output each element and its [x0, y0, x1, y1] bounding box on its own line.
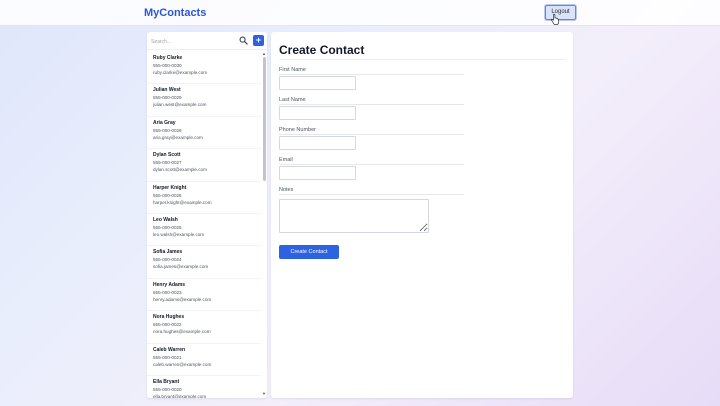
contact-list-item[interactable]: Henry Adams 555-000-0023 henry.adams@examp… [147, 279, 261, 312]
contact-name: Henry Adams [153, 281, 186, 288]
add-contact-button[interactable]: + [253, 35, 264, 46]
contact-list-scrollbar[interactable]: ▲ ▼ [262, 52, 266, 398]
contacts-sidebar: + Ruby Clarke 555-000-0030 ruby.clarke@exa… [147, 32, 267, 398]
contact-email: ella.bryant@example.com [153, 393, 207, 398]
plus-icon: + [255, 35, 262, 45]
contact-name: Dylan Scott [153, 152, 181, 159]
contact-name: Harper Knight [153, 184, 187, 191]
contact-name: Sofia James [153, 249, 183, 256]
contact-list-item[interactable]: Dylan Scott 555-000-0027 dylan.scott@examp… [147, 149, 261, 182]
contact-email: nora.hughes@example.com [153, 329, 211, 335]
pointer-cursor-icon [551, 14, 559, 25]
contact-email: dylan.scott@example.com [153, 167, 207, 173]
contact-name: Nora Hughes [153, 314, 185, 321]
contact-list-item[interactable]: Nora Hughes 555-000-0022 nora.hughes@examp… [147, 311, 261, 344]
contact-list-item[interactable]: Ella Bryant 555-000-0020 ella.bryant@examp… [147, 376, 261, 398]
create-contact-button[interactable]: Create Contact [279, 245, 339, 259]
scroll-up-arrow-icon[interactable]: ▲ [262, 52, 266, 56]
contact-phone: 555-000-0030 [153, 63, 182, 68]
phone-number-label: Phone Number [279, 127, 316, 133]
contact-list-item[interactable]: Caleb Warren 555-000-0021 caleb.warren@exa… [147, 344, 261, 376]
contact-name: Ruby Clarke [153, 55, 183, 61]
contact-phone: 555-000-0026 [153, 192, 182, 198]
last-name-field[interactable] [279, 106, 356, 120]
email-label: Email [279, 157, 293, 163]
last-name-divider [279, 104, 464, 105]
first-name-label: First Name [279, 67, 306, 73]
contact-name: Julian West [153, 87, 181, 94]
title-divider [279, 59, 566, 60]
page-title: Create Contact [279, 43, 365, 57]
email-divider [279, 164, 464, 165]
contact-phone: 555-000-0027 [153, 160, 182, 166]
contact-name: Caleb Warren [153, 346, 186, 353]
contact-list-item[interactable]: Harper Knight 555-000-0026 harper.knight@e… [147, 182, 261, 214]
contact-list: Ruby Clarke 555-000-0030 ruby.clarke@examp… [147, 52, 261, 398]
contact-email: leo.walsh@example.com [153, 231, 205, 237]
notes-label: Notes [279, 187, 294, 193]
contact-email: ruby.clarke@example.com [153, 70, 208, 75]
scroll-thumb[interactable] [262, 57, 266, 181]
email-field[interactable] [279, 166, 356, 180]
contact-phone: 555-000-0024 [153, 257, 182, 263]
notes-field[interactable] [279, 199, 429, 233]
contact-list-item[interactable]: Julian West 555-000-0029 julian.west@examp… [147, 84, 261, 117]
contact-list-item[interactable]: Aria Gray 555-000-0028 aria.gray@example.c… [147, 117, 261, 150]
phone-number-field[interactable] [279, 136, 356, 150]
contact-email: aria.gray@example.com [153, 134, 203, 140]
search-input[interactable] [151, 36, 237, 47]
contact-phone: 555-000-0021 [153, 354, 182, 360]
last-name-label: Last Name [279, 97, 306, 103]
contact-email: sofia.james@example.com [153, 264, 209, 270]
first-name-field[interactable] [279, 76, 356, 90]
scroll-down-arrow-icon[interactable]: ▼ [262, 392, 266, 396]
top-navbar: MyContacts Logout [0, 0, 720, 26]
app-brand[interactable]: MyContacts [144, 7, 206, 19]
logout-button[interactable]: Logout [545, 5, 576, 20]
search-icon[interactable] [239, 36, 248, 45]
contact-name: Leo Walsh [153, 216, 178, 223]
search-bar: + [147, 32, 267, 50]
create-contact-panel: Create Contact First Name Last Name Phon… [271, 32, 573, 398]
first-name-divider [279, 74, 464, 75]
contact-list-item[interactable]: Ruby Clarke 555-000-0030 ruby.clarke@examp… [147, 52, 261, 85]
contact-phone: 555-000-0025 [153, 224, 182, 230]
contact-phone: 555-000-0028 [153, 127, 182, 133]
contact-name: Aria Gray [153, 119, 176, 126]
contact-list-item[interactable]: Leo Walsh 555-000-0025 leo.walsh@example.c… [147, 214, 261, 247]
notes-divider [279, 194, 464, 195]
contact-phone: 555-000-0020 [153, 386, 182, 392]
contact-email: harper.knight@example.com [153, 199, 212, 205]
contact-phone: 555-000-0022 [153, 322, 182, 328]
contact-email: julian.west@example.com [153, 102, 207, 108]
contact-name: Ella Bryant [153, 378, 180, 385]
contact-phone: 555-000-0023 [153, 289, 182, 295]
contact-list-item[interactable]: Sofia James 555-000-0024 sofia.james@examp… [147, 246, 261, 279]
contact-phone: 555-000-0029 [153, 95, 182, 101]
contact-email: caleb.warren@example.com [153, 361, 212, 367]
contact-email: henry.adams@example.com [153, 296, 212, 302]
phone-number-divider [279, 134, 464, 135]
